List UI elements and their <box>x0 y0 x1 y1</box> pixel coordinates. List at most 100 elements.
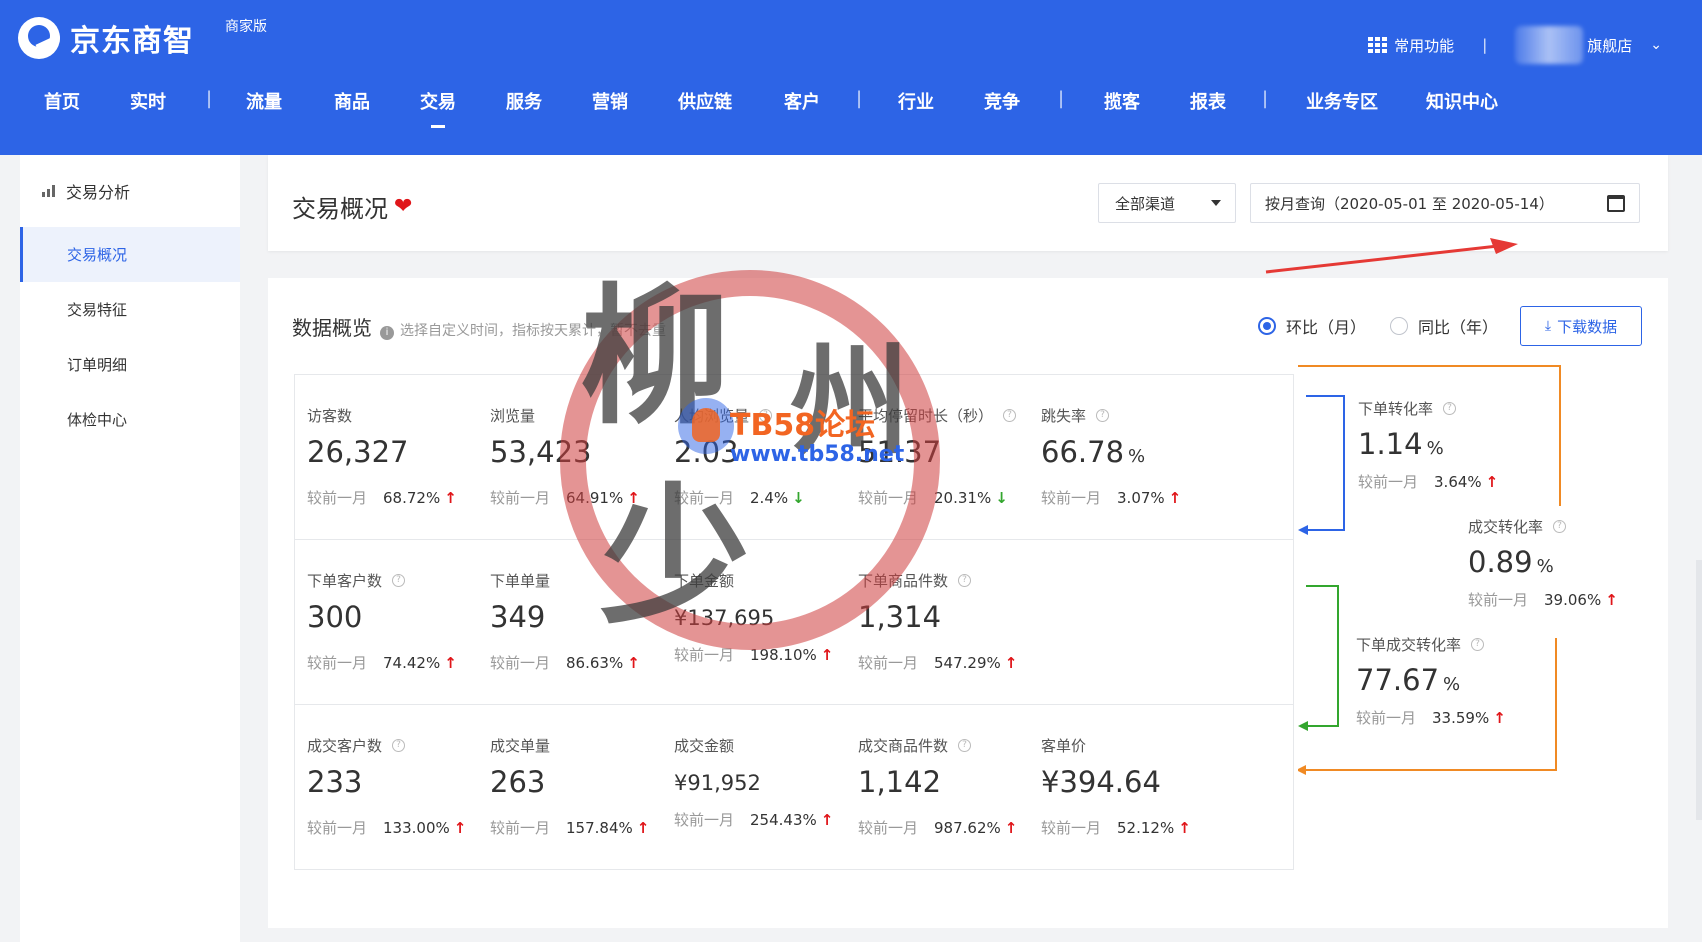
nav-item[interactable]: 供应链 <box>678 88 732 114</box>
metric-value-text: ¥137,695 <box>674 606 775 630</box>
nav-item[interactable]: 知识中心 <box>1426 88 1498 114</box>
metric-label-text: 下单单量 <box>490 572 551 590</box>
compare-label: 较前一月 <box>674 811 735 829</box>
date-range-picker[interactable]: 按月查询（2020-05-01 至 2020-05-14） <box>1250 183 1640 223</box>
nav-item[interactable]: 揽客 <box>1104 88 1140 114</box>
funnel-label-text: 下单成交转化率 <box>1356 636 1462 654</box>
metric-value: 263 <box>490 765 545 799</box>
nav-separator: | <box>856 88 863 109</box>
funnel-unit: % <box>1443 674 1461 695</box>
metric-label-text: 客单价 <box>1041 737 1087 755</box>
arrow-up-icon: ↑ <box>444 489 457 507</box>
funnel-label: 成交转化率? <box>1468 516 1618 537</box>
nav-item[interactable]: 交易 <box>420 88 456 128</box>
arrow-up-icon: ↑ <box>1178 819 1191 837</box>
compare-value: 52.12% <box>1117 819 1175 837</box>
metric-value: 349 <box>490 600 545 634</box>
question-icon[interactable]: ? <box>1003 409 1017 422</box>
metric-value-text: 349 <box>490 600 546 634</box>
funnel-value-text: 1.14 <box>1358 427 1423 461</box>
metric-card: 成交商品件数? 1,142 较前一月 987.62% ↑ <box>858 705 1058 870</box>
top-separator: | <box>1482 36 1488 54</box>
metric-label: 下单商品件数? <box>858 570 972 591</box>
nav-item[interactable]: 商品 <box>334 88 370 114</box>
funnel-item: 下单成交转化率? 77.67% 较前一月 33.59% ↑ <box>1356 634 1506 728</box>
compare-label: 较前一月 <box>858 654 919 672</box>
download-icon: ⤓ <box>1544 318 1552 334</box>
radio-mom-label[interactable]: 环比（月） <box>1286 314 1366 338</box>
store-name-blurred <box>1515 26 1584 64</box>
question-icon[interactable]: ? <box>958 574 972 587</box>
heart-icon[interactable]: ❤ <box>394 194 412 219</box>
metric-label-text: 成交客户数 <box>307 737 383 755</box>
metric-compare: 较前一月 157.84% ↑ <box>490 817 649 838</box>
store-name[interactable]: 旗舰店 <box>1587 35 1632 56</box>
funnel-unit: % <box>1426 438 1444 459</box>
scrollbar-track[interactable] <box>1696 560 1702 820</box>
sidebar-item[interactable]: 交易概况 <box>20 227 240 282</box>
metric-value: 300 <box>307 600 362 634</box>
radio-yoy-label[interactable]: 同比（年） <box>1418 314 1498 338</box>
sidebar-item[interactable]: 订单明细 <box>20 337 240 392</box>
download-data-button[interactable]: ⤓ 下载数据 <box>1520 306 1642 346</box>
metric-value: ¥137,695 <box>674 606 774 630</box>
question-icon[interactable]: ? <box>1443 402 1457 415</box>
nav-item[interactable]: 客户 <box>784 88 820 114</box>
question-icon[interactable]: ? <box>958 739 972 752</box>
compare-value: 86.63% <box>566 654 624 672</box>
metric-label: 成交客户数? <box>307 735 406 756</box>
metric-value-text: ¥394.64 <box>1041 765 1161 799</box>
metric-value-text: 53,423 <box>490 435 592 469</box>
common-functions-link[interactable]: 常用功能 <box>1394 35 1454 56</box>
radio-mom[interactable] <box>1258 317 1276 335</box>
nav-item[interactable]: 业务专区 <box>1306 88 1378 114</box>
compare-mode-radios: 环比（月） 同比（年） <box>1258 314 1522 338</box>
question-icon[interactable]: ? <box>759 409 773 422</box>
metric-row: 成交客户数? 233 较前一月 133.00% ↑ 成交单量 263 较前一月 157.84% ↑… <box>295 705 1293 870</box>
nav-item[interactable]: 报表 <box>1190 88 1226 114</box>
funnel-value: 0.89% <box>1468 545 1618 579</box>
nav-item[interactable]: 流量 <box>246 88 282 114</box>
arrow-up-icon: ↑ <box>1004 654 1018 672</box>
radio-yoy[interactable] <box>1390 317 1409 335</box>
compare-label: 较前一月 <box>1358 473 1419 491</box>
metric-compare: 较前一月 3.64% ↑ <box>1358 471 1498 492</box>
question-icon[interactable]: ? <box>1471 638 1485 651</box>
nav-item[interactable]: 行业 <box>898 88 934 114</box>
compare-value: 64.91% <box>566 489 624 507</box>
compare-value: 74.42% <box>383 654 441 672</box>
arrow-up-icon: ↑ <box>627 489 640 507</box>
compare-value: 3.07% <box>1117 489 1165 507</box>
nav-item[interactable]: 营销 <box>592 88 628 114</box>
nav-separator: | <box>1058 88 1065 109</box>
question-icon[interactable]: ? <box>1096 409 1110 422</box>
compare-value: 157.84% <box>566 819 633 837</box>
info-icon: i <box>380 326 394 340</box>
question-icon[interactable]: ? <box>392 739 406 752</box>
logo[interactable]: 京东商智 <box>18 16 194 60</box>
nav-item[interactable]: 竞争 <box>984 88 1020 114</box>
question-icon[interactable]: ? <box>1553 520 1567 533</box>
compare-value: 133.00% <box>383 819 450 837</box>
arrow-up-icon: ↑ <box>1493 709 1506 727</box>
metric-label-text: 成交单量 <box>490 737 551 755</box>
nav-item[interactable]: 实时 <box>130 88 166 114</box>
metric-label-text: 访客数 <box>307 407 353 425</box>
channel-select[interactable]: 全部渠道 <box>1098 183 1236 223</box>
metric-compare: 较前一月 198.10% ↑ <box>674 644 833 665</box>
sidebar-item[interactable]: 交易特征 <box>20 282 240 337</box>
compare-label: 较前一月 <box>1468 591 1529 609</box>
metric-compare: 较前一月 64.91% ↑ <box>490 487 640 508</box>
sidebar-item[interactable]: 体检中心 <box>20 392 240 447</box>
metric-label-text: 下单金额 <box>674 572 735 590</box>
metric-value: ¥91,952 <box>674 771 761 795</box>
metric-label-text: 跳失率 <box>1041 407 1087 425</box>
metric-value-text: 26,327 <box>307 435 409 469</box>
nav-item[interactable]: 服务 <box>506 88 542 114</box>
overview-card: 数据概览 i 选择自定义时间，指标按天累计，暂不去重 环比（月） 同比（年） ⤓… <box>268 278 1668 928</box>
calendar-icon[interactable] <box>1607 195 1625 212</box>
question-icon[interactable]: ? <box>392 574 406 587</box>
nav-item[interactable]: 首页 <box>44 88 80 114</box>
chevron-down-icon[interactable]: ⌄ <box>1650 37 1662 53</box>
arrow-up-icon: ↑ <box>820 811 834 829</box>
